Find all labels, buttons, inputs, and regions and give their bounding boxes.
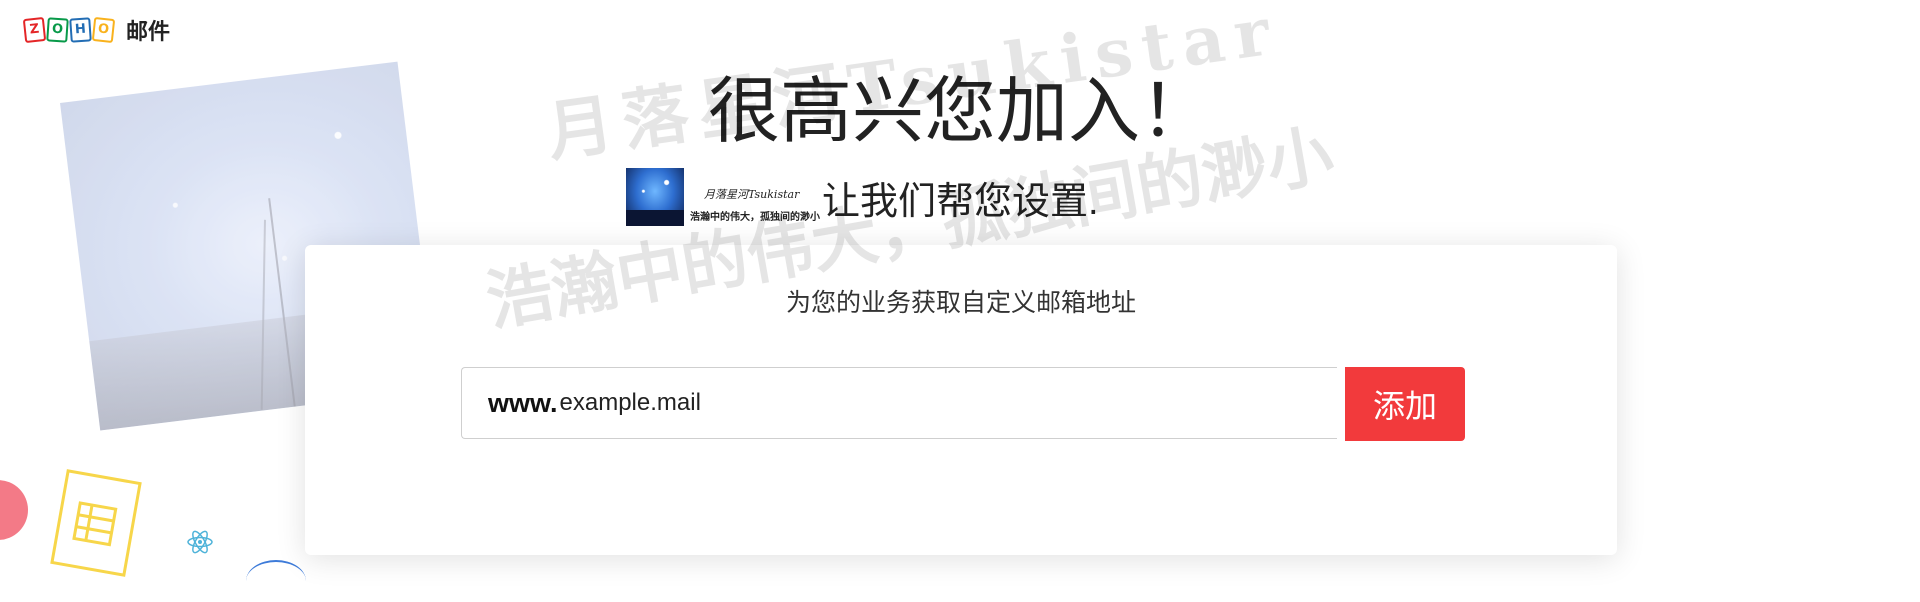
avatar-caption-motto: 浩瀚中的伟大，孤独间的渺小 <box>690 212 820 223</box>
avatar-caption: 月落星河Tsukistar 浩瀚中的伟大，孤独间的渺小 <box>690 168 840 226</box>
domain-input[interactable] <box>559 389 1337 417</box>
page-subtitle: 让我们帮您设置. <box>822 180 1099 223</box>
subtitle-row: 月落星河Tsukistar 浩瀚中的伟大，孤独间的渺小 让我们帮您设置. <box>626 168 1099 226</box>
avatar-caption-name: 月落星河Tsukistar <box>704 188 800 201</box>
domain-card: 为您的业务获取自定义邮箱地址 www. 添加 <box>305 245 1617 555</box>
page-title: 很高兴您加入！ <box>707 72 1212 152</box>
atom-icon <box>187 530 213 554</box>
domain-input-group[interactable]: www. <box>461 367 1337 439</box>
domain-prefix: www. <box>488 387 558 418</box>
decorative-circle <box>0 480 28 540</box>
logo-letter: O <box>91 16 116 44</box>
decorative-frame <box>50 469 142 577</box>
avatar <box>626 168 684 226</box>
grid-icon <box>72 501 118 547</box>
product-name: 邮件 <box>126 20 171 45</box>
zoho-logo-mark: Z O H O <box>22 16 116 44</box>
decorative-arc <box>246 560 306 602</box>
zoho-mail-logo[interactable]: Z O H O 邮件 <box>22 14 171 46</box>
card-heading: 为您的业务获取自定义邮箱地址 <box>785 289 1136 317</box>
logo-letter: H <box>69 17 92 43</box>
add-button[interactable]: 添加 <box>1345 367 1465 441</box>
photo-pole <box>268 198 296 407</box>
photo-pole <box>260 219 266 410</box>
logo-letter: Z <box>22 16 47 44</box>
logo-letter: O <box>46 17 69 43</box>
